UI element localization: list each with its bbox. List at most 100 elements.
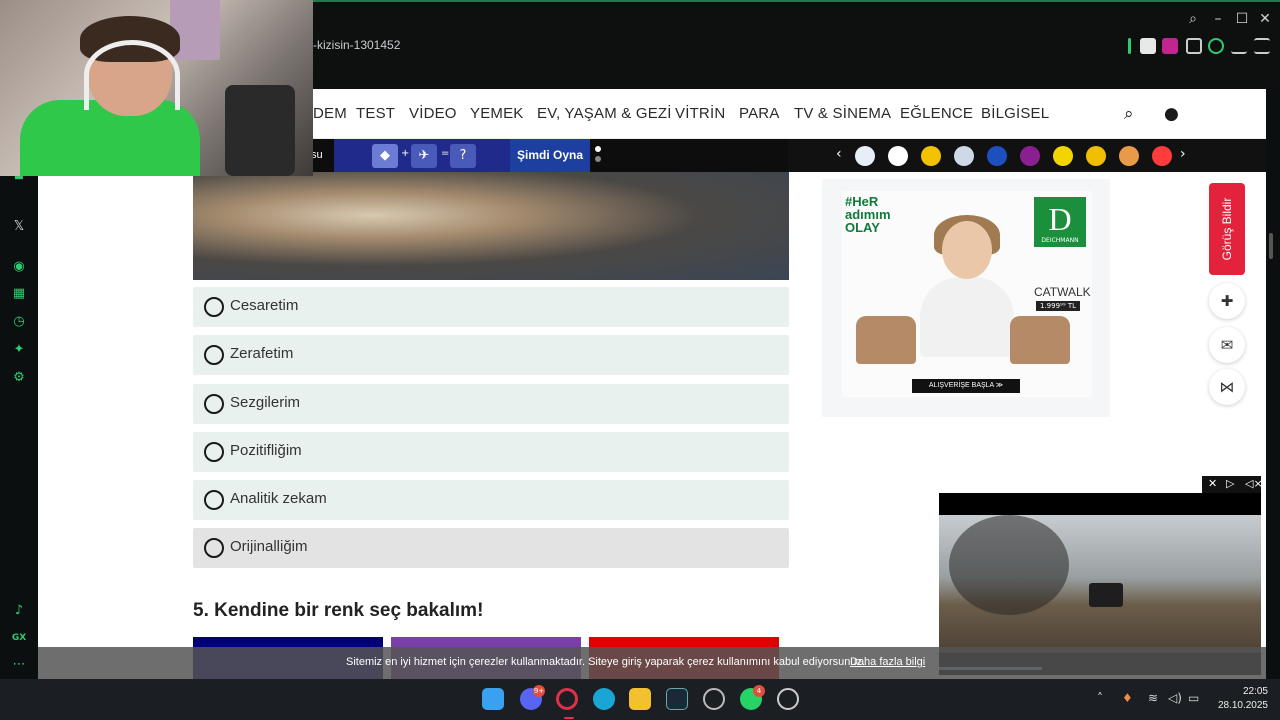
quiz-option[interactable]: Orijinalliğim xyxy=(193,528,789,568)
brand-logo[interactable] xyxy=(888,146,908,166)
search-icon[interactable]: ⌕ xyxy=(1184,10,1202,28)
nav-item-test[interactable]: TEST xyxy=(356,105,395,122)
brand-logo[interactable] xyxy=(1119,146,1139,166)
search-icon[interactable]: ⌕ xyxy=(1124,104,1134,124)
profile-icon[interactable] xyxy=(1208,38,1224,54)
close-icon[interactable]: ✕ xyxy=(1208,477,1217,490)
nav-item-ev-yasam[interactable]: EV, YAŞAM & GEZİ xyxy=(537,105,672,122)
radio-button[interactable] xyxy=(204,297,224,317)
feedback-button[interactable]: Görüş Bildir xyxy=(1209,183,1245,275)
radio-button[interactable] xyxy=(204,394,224,414)
windows-start-icon[interactable] xyxy=(482,688,504,710)
comments-icon[interactable]: ✉ xyxy=(1209,327,1245,363)
x-icon[interactable]: 𝕏 xyxy=(11,219,27,235)
nav-item-para[interactable]: PARA xyxy=(739,105,780,122)
maximize-icon[interactable]: ☐ xyxy=(1233,10,1251,28)
microphone-icon[interactable]: ♦ xyxy=(1122,691,1133,705)
quiz-option[interactable]: Analitik zekam xyxy=(193,480,789,520)
car-shape xyxy=(1089,583,1123,607)
gx-icon[interactable]: GX xyxy=(11,630,27,646)
ad-model-image xyxy=(912,215,1022,371)
tab-accent-line xyxy=(313,0,1280,2)
page-scrollbar[interactable] xyxy=(1266,89,1280,679)
cookie-more-link[interactable]: Daha fazla bilgi xyxy=(850,656,925,668)
puzzle-pink-icon[interactable] xyxy=(1162,38,1178,54)
edge-icon[interactable] xyxy=(593,688,615,710)
feedback-label: Görüş Bildir xyxy=(1220,197,1234,261)
nav-item-eglence[interactable]: EĞLENCE xyxy=(900,105,973,122)
apps-icon[interactable]: ▦ xyxy=(11,286,27,302)
address-bar-url[interactable]: -kizisin-1301452 xyxy=(313,38,400,52)
option-label: Sezgilerim xyxy=(230,394,301,411)
radio-button[interactable] xyxy=(204,538,224,558)
carousel-dots[interactable] xyxy=(595,146,601,166)
nav-item-vitrin[interactable]: VİTRİN xyxy=(675,105,725,122)
chevron-right-icon[interactable]: › xyxy=(1180,146,1186,162)
more-icon[interactable]: ⋯ xyxy=(11,657,27,673)
file-explorer-icon[interactable] xyxy=(629,688,651,710)
radio-button[interactable] xyxy=(204,442,224,462)
user-icon[interactable]: ● xyxy=(1164,104,1179,124)
player-icon[interactable]: ◉ xyxy=(11,259,27,275)
app-icon[interactable] xyxy=(703,688,725,710)
menu-icon[interactable] xyxy=(1254,38,1270,54)
chevron-left-icon[interactable]: ‹ xyxy=(836,146,842,162)
clock-date: 28.10.2025 xyxy=(1217,700,1268,711)
whatsapp-badge: 4 xyxy=(753,685,765,697)
mute-icon[interactable]: ◁× xyxy=(1245,477,1263,490)
video-controls: ✕ ▷ ◁× xyxy=(1202,476,1263,493)
opera-gx-icon[interactable] xyxy=(556,688,578,710)
plane-icon: ✈ xyxy=(411,144,437,168)
battery-icon[interactable]: ▭ xyxy=(1188,691,1199,705)
download-icon[interactable] xyxy=(1231,38,1247,54)
play-icon[interactable]: ▷ xyxy=(1226,477,1234,490)
cookie-text: Sitemiz en iyi hizmet için çerezler kull… xyxy=(346,656,866,668)
cookie-banner: Sitemiz en iyi hizmet için çerezler kull… xyxy=(38,647,1266,679)
brand-logo[interactable] xyxy=(987,146,1007,166)
wifi-icon[interactable]: ≋ xyxy=(1148,691,1158,705)
tiktok-icon[interactable]: ♪ xyxy=(11,603,27,619)
nav-item-tv-sinema[interactable]: TV & SİNEMA xyxy=(794,105,891,122)
ad-cta-button[interactable]: ALIŞVERİŞE BAŞLA ≫ xyxy=(912,379,1020,393)
scrollbar-thumb[interactable] xyxy=(1269,233,1273,259)
brand-logo[interactable] xyxy=(1086,146,1106,166)
close-icon[interactable]: ✕ xyxy=(1256,10,1274,28)
ad-price: 1.999⁹⁹ TL xyxy=(1036,301,1081,311)
share-icon[interactable]: ⋈ xyxy=(1209,369,1245,405)
history-icon[interactable]: ◷ xyxy=(11,314,27,330)
media-player-icon[interactable] xyxy=(777,688,799,710)
steam-icon[interactable] xyxy=(666,688,688,710)
minimize-icon[interactable]: – xyxy=(1209,10,1227,28)
nav-item-yemek[interactable]: YEMEK xyxy=(470,105,524,122)
quiz-option[interactable]: Zerafetim xyxy=(193,335,789,375)
ad-creative[interactable]: #HeR adımım OLAY D DEICHMANN CATWALK 1.9… xyxy=(842,191,1092,397)
ad-collection: CATWALK xyxy=(1034,285,1091,299)
brand-logo[interactable] xyxy=(1152,146,1172,166)
brand-logo[interactable] xyxy=(1053,146,1073,166)
bookmark-add-icon[interactable]: ✚ xyxy=(1209,283,1245,319)
chevron-up-icon[interactable]: ˄ xyxy=(1097,691,1103,705)
wallet-icon[interactable] xyxy=(1140,38,1156,54)
boot-image xyxy=(856,316,916,364)
brand-logo[interactable] xyxy=(921,146,941,166)
settings-icon[interactable]: ⚙ xyxy=(11,370,27,386)
brand-logo[interactable] xyxy=(855,146,875,166)
question-slot: ? xyxy=(450,144,476,168)
quiz-option[interactable]: Cesaretim xyxy=(193,287,789,327)
extensions-icon[interactable]: ✦ xyxy=(11,342,27,358)
quiz-option[interactable]: Pozitifliğim xyxy=(193,432,789,472)
brand-logo[interactable] xyxy=(954,146,974,166)
nav-item-bilgisel[interactable]: BİLGİSEL xyxy=(981,105,1049,122)
brand-logo[interactable] xyxy=(1020,146,1040,166)
video-frame xyxy=(939,515,1261,653)
system-clock[interactable]: 22:05 28.10.2025 xyxy=(1212,685,1268,713)
nav-item-video[interactable]: VİDEO xyxy=(409,105,457,122)
volume-icon[interactable]: ◁) xyxy=(1168,691,1182,705)
extensions-icon[interactable] xyxy=(1186,38,1202,54)
radio-button[interactable] xyxy=(204,345,224,365)
radio-button[interactable] xyxy=(204,490,224,510)
deichmann-ad[interactable]: #HeR adımım OLAY D DEICHMANN CATWALK 1.9… xyxy=(822,179,1110,417)
quiz-option[interactable]: Sezgilerim xyxy=(193,384,789,424)
nav-item-dem[interactable]: DEM xyxy=(313,105,347,122)
play-now-button[interactable]: Şimdi Oyna xyxy=(510,139,590,172)
